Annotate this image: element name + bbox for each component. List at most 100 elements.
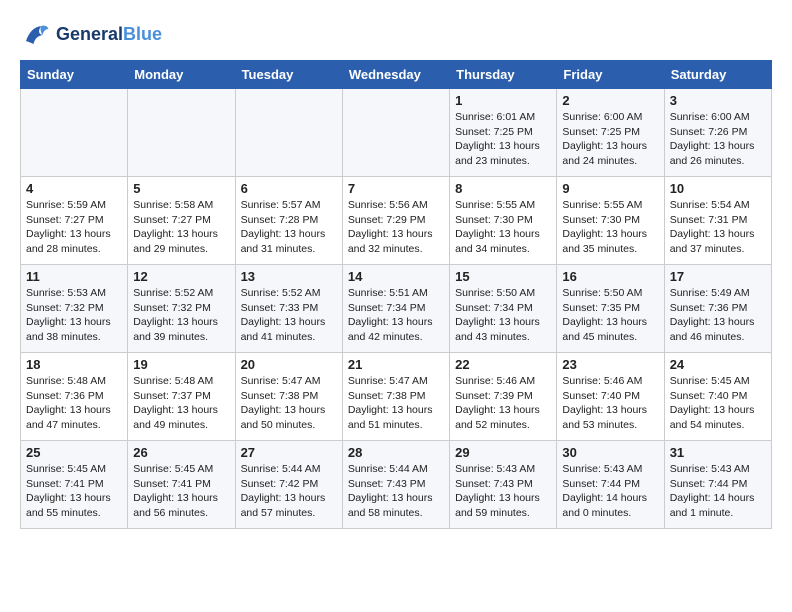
day-number: 30 [562,445,658,460]
calendar-cell: 21 Sunrise: 5:47 AM Sunset: 7:38 PM Dayli… [342,353,449,441]
calendar-cell: 31 Sunrise: 5:43 AM Sunset: 7:44 PM Dayli… [664,441,771,529]
day-number: 9 [562,181,658,196]
logo-blue: Blue [123,24,162,44]
cell-info: Sunrise: 5:53 AM Sunset: 7:32 PM Dayligh… [26,286,122,345]
cell-info: Sunrise: 5:48 AM Sunset: 7:37 PM Dayligh… [133,374,229,433]
cell-info: Sunrise: 6:00 AM Sunset: 7:25 PM Dayligh… [562,110,658,169]
cell-info: Sunrise: 6:01 AM Sunset: 7:25 PM Dayligh… [455,110,551,169]
calendar-cell: 8 Sunrise: 5:55 AM Sunset: 7:30 PM Daylig… [450,177,557,265]
calendar-week-row: 25 Sunrise: 5:45 AM Sunset: 7:41 PM Dayli… [21,441,772,529]
cell-info: Sunrise: 5:50 AM Sunset: 7:34 PM Dayligh… [455,286,551,345]
calendar-cell: 6 Sunrise: 5:57 AM Sunset: 7:28 PM Daylig… [235,177,342,265]
calendar-cell: 3 Sunrise: 6:00 AM Sunset: 7:26 PM Daylig… [664,89,771,177]
cell-info: Sunrise: 5:45 AM Sunset: 7:41 PM Dayligh… [133,462,229,521]
cell-info: Sunrise: 5:46 AM Sunset: 7:40 PM Dayligh… [562,374,658,433]
calendar-cell: 28 Sunrise: 5:44 AM Sunset: 7:43 PM Dayli… [342,441,449,529]
cell-info: Sunrise: 5:56 AM Sunset: 7:29 PM Dayligh… [348,198,444,257]
cell-info: Sunrise: 5:45 AM Sunset: 7:41 PM Dayligh… [26,462,122,521]
calendar-cell: 12 Sunrise: 5:52 AM Sunset: 7:32 PM Dayli… [128,265,235,353]
day-number: 11 [26,269,122,284]
weekday-header-row: SundayMondayTuesdayWednesdayThursdayFrid… [21,61,772,89]
day-number: 27 [241,445,337,460]
weekday-header: Friday [557,61,664,89]
weekday-header: Monday [128,61,235,89]
cell-info: Sunrise: 5:43 AM Sunset: 7:44 PM Dayligh… [670,462,766,521]
cell-info: Sunrise: 5:47 AM Sunset: 7:38 PM Dayligh… [348,374,444,433]
day-number: 19 [133,357,229,372]
cell-info: Sunrise: 5:58 AM Sunset: 7:27 PM Dayligh… [133,198,229,257]
day-number: 6 [241,181,337,196]
calendar-cell: 1 Sunrise: 6:01 AM Sunset: 7:25 PM Daylig… [450,89,557,177]
calendar-cell: 25 Sunrise: 5:45 AM Sunset: 7:41 PM Dayli… [21,441,128,529]
day-number: 26 [133,445,229,460]
calendar-cell: 4Sunrise: 5:59 AM Sunset: 7:27 PM Daylig… [21,177,128,265]
calendar-cell: 11 Sunrise: 5:53 AM Sunset: 7:32 PM Dayli… [21,265,128,353]
day-number: 18 [26,357,122,372]
calendar-cell: 23 Sunrise: 5:46 AM Sunset: 7:40 PM Dayli… [557,353,664,441]
weekday-header: Thursday [450,61,557,89]
day-number: 28 [348,445,444,460]
calendar-cell: 17Sunrise: 5:49 AM Sunset: 7:36 PM Dayli… [664,265,771,353]
day-number: 21 [348,357,444,372]
calendar-table: SundayMondayTuesdayWednesdayThursdayFrid… [20,60,772,529]
calendar-cell: 29 Sunrise: 5:43 AM Sunset: 7:43 PM Dayli… [450,441,557,529]
day-number: 1 [455,93,551,108]
cell-info: Sunrise: 5:52 AM Sunset: 7:33 PM Dayligh… [241,286,337,345]
calendar-cell: 9 Sunrise: 5:55 AM Sunset: 7:30 PM Daylig… [557,177,664,265]
logo-text: GeneralBlue [56,25,162,45]
cell-info: Sunrise: 5:45 AM Sunset: 7:40 PM Dayligh… [670,374,766,433]
day-number: 8 [455,181,551,196]
cell-info: Sunrise: 5:48 AM Sunset: 7:36 PM Dayligh… [26,374,122,433]
day-number: 12 [133,269,229,284]
calendar-cell: 27 Sunrise: 5:44 AM Sunset: 7:42 PM Dayli… [235,441,342,529]
day-number: 31 [670,445,766,460]
logo-icon [20,20,50,50]
day-number: 7 [348,181,444,196]
cell-info: Sunrise: 5:57 AM Sunset: 7:28 PM Dayligh… [241,198,337,257]
day-number: 25 [26,445,122,460]
cell-info: Sunrise: 5:50 AM Sunset: 7:35 PM Dayligh… [562,286,658,345]
cell-info: Sunrise: 5:52 AM Sunset: 7:32 PM Dayligh… [133,286,229,345]
day-number: 2 [562,93,658,108]
calendar-cell: 19 Sunrise: 5:48 AM Sunset: 7:37 PM Dayli… [128,353,235,441]
calendar-cell: 30Sunrise: 5:43 AM Sunset: 7:44 PM Dayli… [557,441,664,529]
day-number: 23 [562,357,658,372]
calendar-cell: 20 Sunrise: 5:47 AM Sunset: 7:38 PM Dayli… [235,353,342,441]
cell-info: Sunrise: 6:00 AM Sunset: 7:26 PM Dayligh… [670,110,766,169]
day-number: 15 [455,269,551,284]
weekday-header: Sunday [21,61,128,89]
day-number: 29 [455,445,551,460]
calendar-cell: 2 Sunrise: 6:00 AM Sunset: 7:25 PM Daylig… [557,89,664,177]
calendar-cell: 24 Sunrise: 5:45 AM Sunset: 7:40 PM Dayli… [664,353,771,441]
calendar-cell: 22Sunrise: 5:46 AM Sunset: 7:39 PM Dayli… [450,353,557,441]
weekday-header: Saturday [664,61,771,89]
cell-info: Sunrise: 5:44 AM Sunset: 7:42 PM Dayligh… [241,462,337,521]
day-number: 13 [241,269,337,284]
cell-info: Sunrise: 5:47 AM Sunset: 7:38 PM Dayligh… [241,374,337,433]
weekday-header: Tuesday [235,61,342,89]
calendar-cell [21,89,128,177]
calendar-cell: 10Sunrise: 5:54 AM Sunset: 7:31 PM Dayli… [664,177,771,265]
cell-info: Sunrise: 5:55 AM Sunset: 7:30 PM Dayligh… [455,198,551,257]
cell-info: Sunrise: 5:46 AM Sunset: 7:39 PM Dayligh… [455,374,551,433]
cell-info: Sunrise: 5:43 AM Sunset: 7:43 PM Dayligh… [455,462,551,521]
calendar-cell: 14Sunrise: 5:51 AM Sunset: 7:34 PM Dayli… [342,265,449,353]
day-number: 4 [26,181,122,196]
day-number: 16 [562,269,658,284]
calendar-cell [235,89,342,177]
day-number: 20 [241,357,337,372]
weekday-header: Wednesday [342,61,449,89]
cell-info: Sunrise: 5:44 AM Sunset: 7:43 PM Dayligh… [348,462,444,521]
calendar-cell [342,89,449,177]
calendar-cell: 18 Sunrise: 5:48 AM Sunset: 7:36 PM Dayli… [21,353,128,441]
calendar-week-row: 11 Sunrise: 5:53 AM Sunset: 7:32 PM Dayli… [21,265,772,353]
calendar-cell [128,89,235,177]
calendar-week-row: 1 Sunrise: 6:01 AM Sunset: 7:25 PM Daylig… [21,89,772,177]
calendar-week-row: 18 Sunrise: 5:48 AM Sunset: 7:36 PM Dayli… [21,353,772,441]
calendar-cell: 26 Sunrise: 5:45 AM Sunset: 7:41 PM Dayli… [128,441,235,529]
calendar-cell: 13 Sunrise: 5:52 AM Sunset: 7:33 PM Dayli… [235,265,342,353]
cell-info: Sunrise: 5:55 AM Sunset: 7:30 PM Dayligh… [562,198,658,257]
day-number: 17 [670,269,766,284]
day-number: 24 [670,357,766,372]
day-number: 3 [670,93,766,108]
